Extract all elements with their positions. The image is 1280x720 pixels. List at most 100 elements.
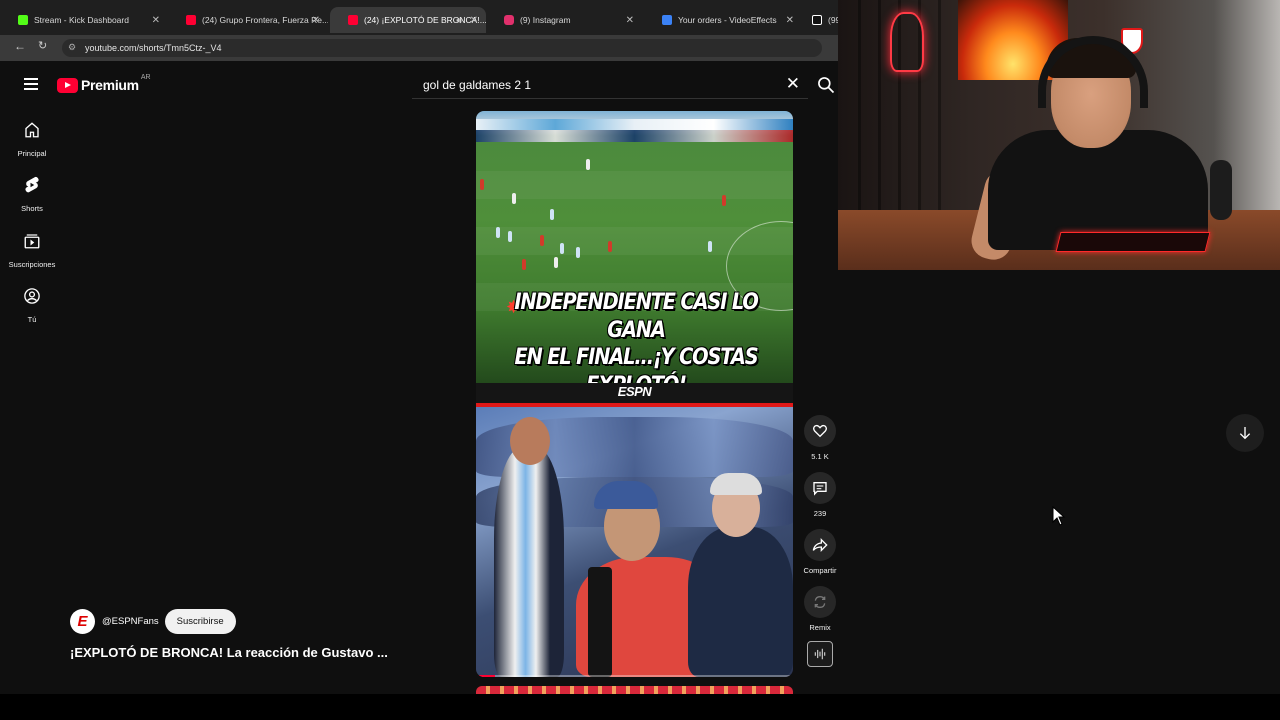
like-count: 5.1 K bbox=[811, 452, 829, 461]
channel-info: E @ESPNFans Suscribirse bbox=[70, 609, 236, 634]
search-icon[interactable] bbox=[816, 75, 836, 95]
player bbox=[512, 193, 516, 204]
clear-search-icon[interactable]: ✕ bbox=[786, 74, 800, 94]
like-circle bbox=[804, 415, 836, 447]
search-box[interactable]: gol de galdames 2 1 ✕ bbox=[412, 71, 808, 99]
close-tab-icon[interactable]: ✕ bbox=[152, 15, 160, 26]
heart-icon bbox=[813, 424, 827, 438]
youtube-favicon-icon bbox=[348, 15, 358, 25]
coach-head bbox=[510, 417, 550, 465]
youtube-page: Premium AR gol de galdames 2 1 ✕ Princip… bbox=[0, 61, 838, 694]
youtube-premium-logo[interactable]: Premium AR bbox=[57, 74, 151, 93]
cameraman-cap bbox=[594, 481, 658, 509]
neon-trophy-icon bbox=[890, 12, 924, 72]
pitch-stripe bbox=[476, 171, 793, 199]
like-button[interactable]: 5.1 K bbox=[800, 415, 840, 461]
back-icon[interactable]: ← bbox=[14, 39, 26, 53]
tab-instagram[interactable]: (9) Instagram ✕ bbox=[486, 7, 642, 33]
address-bar[interactable]: ⚙︎ youtube.com/shorts/Tmn5Ctz-_V4 bbox=[62, 39, 822, 57]
tab-exploto-de-bronca[interactable]: (24) ¡EXPLOTÓ DE BRONCA!... 🔊︎ ✕ bbox=[330, 7, 486, 33]
menu-icon[interactable] bbox=[24, 78, 38, 93]
share-label: Compartir bbox=[803, 566, 837, 575]
site-settings-icon[interactable]: ⚙︎ bbox=[68, 42, 76, 53]
browser-tab-bar: Stream - Kick Dashboard ✕ (24) Grupo Fro… bbox=[0, 0, 838, 38]
video-progress-bar[interactable] bbox=[476, 675, 793, 677]
tab-title: (99 bbox=[828, 15, 838, 25]
sidebar-item-shorts[interactable]: Shorts bbox=[0, 176, 64, 213]
reload-icon[interactable]: ↻ bbox=[38, 39, 47, 52]
player bbox=[550, 209, 554, 220]
shorts-video-player[interactable]: ✸ INDEPENDIENTE CASI LO GANA EN EL FINAL… bbox=[476, 111, 793, 677]
tab-tiktok[interactable]: (99 bbox=[802, 7, 838, 33]
comments-button[interactable]: 239 bbox=[800, 472, 840, 518]
close-tab-icon[interactable]: ✕ bbox=[470, 15, 478, 26]
coach-figure bbox=[494, 447, 564, 677]
tab-title: Your orders - VideoEffects bbox=[678, 15, 777, 25]
player bbox=[722, 195, 726, 206]
webcam-overlay bbox=[838, 0, 1280, 270]
comment-icon bbox=[813, 482, 827, 496]
comments-circle bbox=[804, 472, 836, 504]
share-circle bbox=[804, 529, 836, 561]
microphone-icon bbox=[1210, 160, 1232, 220]
url-text: youtube.com/shorts/Tmn5Ctz-_V4 bbox=[85, 43, 222, 53]
remix-button[interactable]: Remix bbox=[800, 586, 840, 632]
bottom-bar bbox=[0, 694, 1280, 720]
stadium-banner bbox=[476, 119, 793, 130]
player bbox=[522, 259, 526, 270]
close-tab-icon[interactable]: ✕ bbox=[786, 15, 794, 26]
you-icon bbox=[24, 288, 40, 304]
video-progress-fill bbox=[476, 675, 496, 677]
tab-grupo-frontera[interactable]: (24) Grupo Frontera, Fuerza Re... ✕ bbox=[168, 7, 328, 33]
search-input[interactable]: gol de galdames 2 1 bbox=[423, 78, 531, 92]
tab-title: (9) Instagram bbox=[520, 15, 571, 25]
player bbox=[540, 235, 544, 246]
brand-text: Premium bbox=[81, 77, 139, 93]
video-frame-bench bbox=[476, 407, 793, 677]
video-title[interactable]: ¡EXPLOTÓ DE BRONCA! La reacción de Gusta… bbox=[70, 645, 388, 660]
tab-videoeffects-orders[interactable]: Your orders - VideoEffects ✕ bbox=[644, 7, 802, 33]
next-video-button[interactable] bbox=[1226, 414, 1264, 452]
sidebar-item-label: Principal bbox=[17, 149, 47, 158]
stadium-banner bbox=[476, 130, 793, 142]
espn-logo: ESPN bbox=[617, 384, 652, 399]
player bbox=[608, 241, 612, 252]
kick-favicon-icon bbox=[18, 15, 28, 25]
sidebar-item-tu[interactable]: Tú bbox=[0, 287, 64, 324]
sound-button[interactable] bbox=[807, 641, 833, 667]
tab-title: (24) ¡EXPLOTÓ DE BRONCA!... bbox=[364, 15, 486, 25]
next-short-preview[interactable] bbox=[476, 686, 793, 694]
tiktok-favicon-icon bbox=[812, 15, 822, 25]
channel-avatar[interactable]: E bbox=[70, 609, 95, 634]
player bbox=[554, 257, 558, 268]
headline-line-1: INDEPENDIENTE CASI LO GANA bbox=[514, 290, 759, 343]
sidebar-item-label: Shorts bbox=[21, 204, 43, 213]
player bbox=[480, 179, 484, 190]
official-hair bbox=[710, 473, 762, 495]
youtube-play-icon bbox=[57, 77, 78, 93]
browser-toolbar: ← ↻ ⚙︎ youtube.com/shorts/Tmn5Ctz-_V4 bbox=[0, 35, 838, 61]
keyboard bbox=[1055, 232, 1211, 252]
speaker-icon[interactable]: 🔊︎ bbox=[456, 15, 462, 26]
sidebar-item-label: Tú bbox=[27, 315, 37, 324]
close-tab-icon[interactable]: ✕ bbox=[312, 15, 320, 26]
close-tab-icon[interactable]: ✕ bbox=[626, 15, 634, 26]
sidebar-item-suscripciones[interactable]: Suscripciones bbox=[0, 232, 64, 269]
official-figure bbox=[688, 527, 793, 677]
comment-count: 239 bbox=[813, 509, 827, 518]
subscribe-button[interactable]: Suscribirse bbox=[164, 609, 236, 634]
player bbox=[508, 231, 512, 242]
share-button[interactable]: Compartir bbox=[800, 529, 840, 575]
mouse-cursor-icon bbox=[1052, 506, 1066, 526]
home-icon bbox=[25, 122, 39, 138]
tab-kick-dashboard[interactable]: Stream - Kick Dashboard ✕ bbox=[0, 7, 168, 33]
remix-icon bbox=[814, 595, 826, 609]
shorts-icon bbox=[25, 176, 39, 193]
channel-handle[interactable]: @ESPNFans bbox=[102, 616, 159, 627]
player bbox=[560, 243, 564, 254]
player bbox=[576, 247, 580, 258]
instagram-favicon-icon bbox=[504, 15, 514, 25]
player bbox=[586, 159, 590, 170]
sidebar-item-principal[interactable]: Principal bbox=[0, 121, 64, 158]
camera-rig bbox=[588, 567, 612, 677]
